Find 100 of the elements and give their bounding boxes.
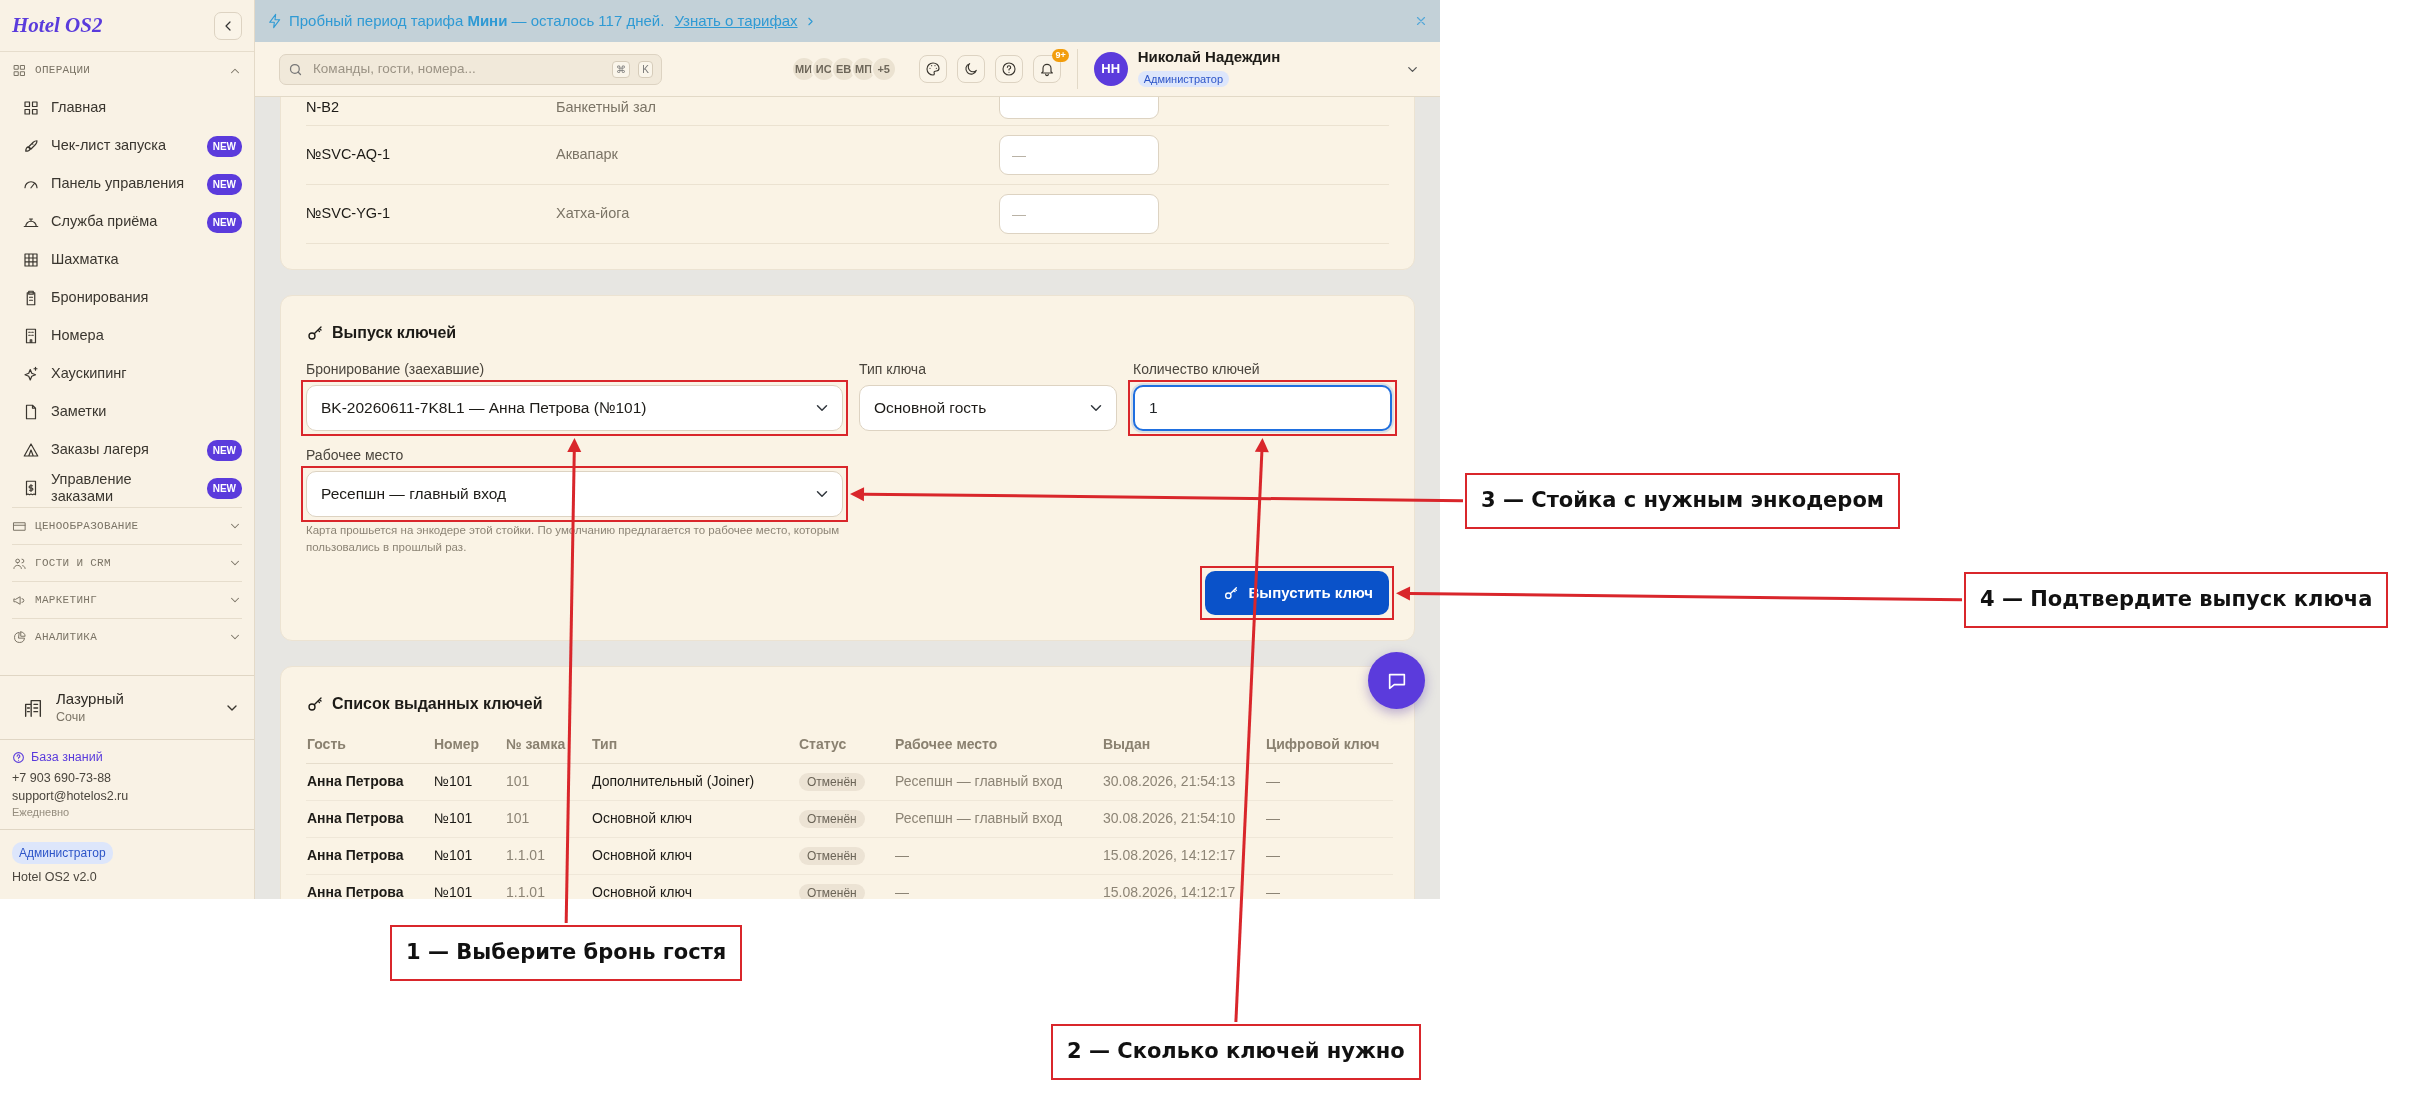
- user-avatar[interactable]: НН: [1093, 52, 1128, 86]
- notification-count: 9+: [1052, 49, 1069, 62]
- search-icon: [288, 61, 303, 77]
- table-cell: 15.08.2026, 14:12:17: [1102, 874, 1265, 899]
- sidebar-item[interactable]: Заметки: [12, 393, 242, 431]
- knowledge-base-link[interactable]: База знаний: [12, 748, 103, 767]
- sidebar-item[interactable]: Заказы лагеря NEW: [12, 431, 242, 469]
- service-code: №SVC-AQ-1: [306, 145, 392, 165]
- service-name: Хатха-йога: [556, 204, 631, 224]
- support-hours: Ежедневно: [12, 805, 71, 821]
- team-avatar[interactable]: +5: [870, 56, 897, 82]
- table-cell: №101: [433, 800, 505, 838]
- sidebar-item[interactable]: Шахматка: [12, 241, 242, 279]
- sidebar-item[interactable]: Служба приёма NEW: [12, 203, 242, 241]
- column-header: № замка: [505, 726, 591, 764]
- select-field[interactable]: BK-20260611-7K8L1 — Анна Петрова (№101): [306, 385, 843, 431]
- theme-button[interactable]: [918, 55, 947, 83]
- app-version: Hotel OS2 v2.0: [12, 869, 98, 887]
- table-cell: Анна Петрова: [306, 837, 433, 875]
- value-field[interactable]: —: [999, 135, 1159, 175]
- table-cell: Основной ключ: [591, 800, 798, 838]
- callout-label: 1 — Выберите бронь гостя: [390, 925, 743, 981]
- sidebar-item[interactable]: Номера: [12, 317, 242, 355]
- help-button[interactable]: [994, 55, 1023, 83]
- table-cell: —: [1265, 837, 1393, 875]
- new-badge: NEW: [206, 173, 242, 195]
- sidebar-item[interactable]: Бронирования: [12, 279, 242, 317]
- table-cell: Анна Петрова: [306, 763, 433, 801]
- table-cell: Ресепшн — главный вход: [894, 763, 1102, 801]
- section-header[interactable]: ОПЕРАЦИИ: [12, 52, 242, 89]
- quantity-field[interactable]: 1: [1133, 385, 1392, 431]
- new-badge: NEW: [206, 211, 242, 233]
- table-cell: 101: [505, 800, 591, 838]
- bell-icon: [1038, 61, 1055, 77]
- hotel-city: Сочи: [56, 708, 87, 726]
- table-cell: —: [1265, 763, 1393, 801]
- service-code: №SVC-YG-1: [306, 204, 392, 224]
- section-header[interactable]: ГОСТИ И CRM: [12, 544, 242, 581]
- select-field[interactable]: Ресепшн — главный вход: [306, 471, 843, 517]
- callout-label: 4 — Подтвердите выпуск ключа: [1964, 572, 2389, 628]
- search-input[interactable]: Команды, гости, номера...: [311, 57, 605, 81]
- help-icon: [1000, 61, 1017, 77]
- hotel-name: Лазурный: [56, 689, 125, 708]
- column-header: Цифровой ключ: [1265, 726, 1393, 764]
- section-header[interactable]: АНАЛИТИКА: [12, 618, 242, 655]
- chat-button[interactable]: [1368, 652, 1425, 709]
- key-icon: [1222, 585, 1239, 602]
- section-header[interactable]: ЦЕНООБРАЗОВАНИЕ: [12, 507, 242, 544]
- help-icon: [12, 750, 25, 764]
- user-name: Николай Надеждин: [1137, 48, 1282, 66]
- sidebar-item[interactable]: Панель управления NEW: [12, 165, 242, 203]
- table-cell: 30.08.2026, 21:54:13: [1102, 763, 1265, 801]
- column-header: Номер: [433, 726, 505, 764]
- column-header: Рабочее место: [894, 726, 1102, 764]
- app-logo: Hotel OS2: [12, 11, 103, 39]
- lightning-icon: [267, 13, 283, 29]
- shortcut-key: K: [638, 60, 653, 78]
- close-icon: [1414, 14, 1428, 28]
- pie-chart-icon: [12, 629, 27, 645]
- column-header: Выдан: [1102, 726, 1265, 764]
- status-badge: Отменён: [799, 884, 865, 899]
- card-title: Список выданных ключей: [332, 694, 543, 715]
- sidebar-item[interactable]: Главная: [12, 89, 242, 127]
- callout-label: 2 — Сколько ключей нужно: [1051, 1024, 1421, 1080]
- table-cell: —: [894, 837, 1102, 875]
- table-cell: №101: [433, 837, 505, 875]
- new-badge: NEW: [206, 135, 242, 157]
- new-badge: NEW: [206, 439, 242, 461]
- sidebar-item[interactable]: Хаускипинг: [12, 355, 242, 393]
- card-title: Выпуск ключей: [332, 323, 457, 343]
- grid-icon: [12, 63, 27, 78]
- table-cell: №101: [433, 874, 505, 899]
- new-badge: NEW: [206, 477, 242, 499]
- grid-icon: [22, 99, 40, 117]
- callout-label: 3 — Стойка с нужным энкодером: [1465, 473, 1900, 529]
- section-header[interactable]: МАРКЕТИНГ: [12, 581, 242, 618]
- role-badge: Администратор: [12, 842, 113, 865]
- hotel-selector[interactable]: Лазурный Сочи: [0, 675, 254, 741]
- sidebar-item[interactable]: Чек-лист запуска NEW: [12, 127, 242, 165]
- moon-icon: [962, 61, 979, 77]
- table-cell: 101: [505, 763, 591, 801]
- field-label: Рабочее место: [306, 446, 405, 465]
- table-cell: 1.1.01: [505, 874, 591, 899]
- column-header: Тип: [591, 726, 798, 764]
- table-cell: Основной ключ: [591, 837, 798, 875]
- table-cell: 30.08.2026, 21:54:10: [1102, 800, 1265, 838]
- sparkle-icon: [22, 365, 40, 383]
- value-field[interactable]: —: [999, 194, 1159, 234]
- service-name: Банкетный зал: [556, 98, 658, 118]
- table-cell: №101: [433, 763, 505, 801]
- search-field[interactable]: Команды, гости, номера... ⌘ K: [279, 53, 662, 85]
- sidebar-item[interactable]: Управление заказами NEW: [12, 469, 242, 507]
- select-field[interactable]: Основной гость: [859, 385, 1117, 431]
- dark-mode-button[interactable]: [956, 55, 985, 83]
- field-label: Бронирование (заехавшие): [306, 360, 486, 379]
- role-badge: Администратор: [1137, 71, 1230, 87]
- key-icon: [306, 324, 324, 342]
- table-cell: Анна Петрова: [306, 800, 433, 838]
- status-badge: Отменён: [799, 847, 865, 866]
- column-header: Статус: [798, 726, 894, 764]
